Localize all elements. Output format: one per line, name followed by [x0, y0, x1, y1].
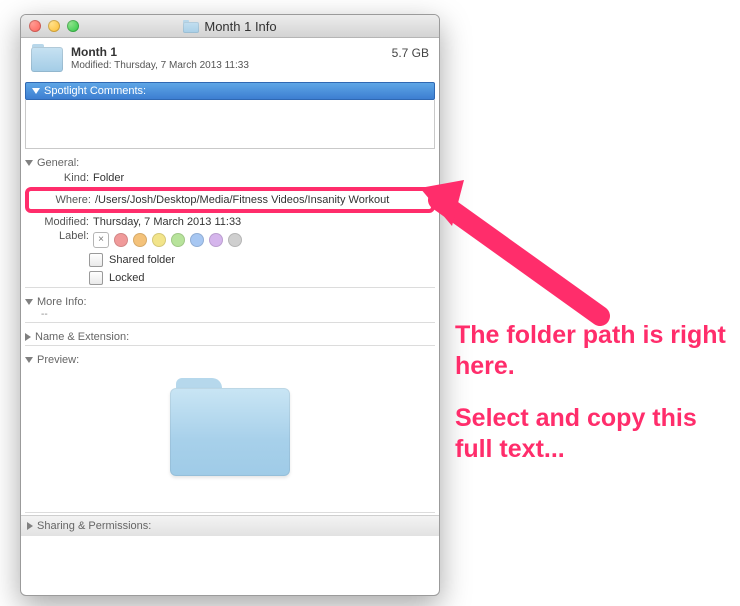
close-button[interactable]: [29, 20, 41, 32]
spotlight-label: Spotlight Comments:: [44, 85, 146, 97]
section-general[interactable]: General:: [25, 157, 435, 169]
section-label: Name & Extension:: [35, 331, 129, 343]
annotation-arrow: [420, 176, 650, 336]
annotation-line1: The folder path is right here.: [455, 320, 735, 383]
chevron-right-icon: [25, 333, 31, 341]
window-title: Month 1 Info: [21, 19, 439, 34]
spotlight-header[interactable]: Spotlight Comments:: [25, 82, 435, 100]
more-info-content: --: [21, 309, 439, 320]
chevron-down-icon: [32, 88, 40, 94]
chevron-down-icon: [25, 357, 33, 363]
annotation-text: The folder path is right here. Select an…: [455, 320, 735, 485]
label-yellow[interactable]: [152, 233, 166, 247]
chevron-down-icon: [25, 299, 33, 305]
label-none-button[interactable]: ×: [93, 232, 109, 248]
window-controls: [29, 20, 79, 32]
chevron-down-icon: [25, 160, 33, 166]
folder-icon: [170, 378, 290, 478]
folder-icon: [183, 20, 199, 33]
label-gray[interactable]: [228, 233, 242, 247]
section-sharing[interactable]: Sharing & Permissions:: [21, 515, 439, 536]
label-purple[interactable]: [209, 233, 223, 247]
label-orange[interactable]: [133, 233, 147, 247]
kind-label: Kind:: [27, 172, 93, 184]
chevron-right-icon: [27, 522, 33, 530]
locked-label: Locked: [109, 272, 144, 284]
label-label: Label:: [27, 230, 93, 248]
where-highlight: Where: /Users/Josh/Desktop/Media/Fitness…: [25, 187, 435, 213]
minimize-button[interactable]: [48, 20, 60, 32]
item-modified: Modified: Thursday, 7 March 2013 11:33: [71, 60, 392, 71]
window-title-text: Month 1 Info: [204, 19, 276, 34]
window-body: Month 1 Modified: Thursday, 7 March 2013…: [21, 38, 439, 536]
label-blue[interactable]: [190, 233, 204, 247]
label-red[interactable]: [114, 233, 128, 247]
label-green[interactable]: [171, 233, 185, 247]
zoom-button[interactable]: [67, 20, 79, 32]
section-label: Sharing & Permissions:: [37, 520, 151, 532]
preview-area: [21, 368, 439, 510]
modified-label: Modified:: [27, 216, 93, 228]
titlebar[interactable]: Month 1 Info: [21, 15, 439, 38]
locked-checkbox[interactable]: [89, 271, 103, 285]
modified-value: Thursday, 7 March 2013 11:33: [93, 216, 433, 228]
section-label: General:: [37, 157, 79, 169]
section-preview[interactable]: Preview:: [25, 354, 435, 366]
item-header: Month 1 Modified: Thursday, 7 March 2013…: [21, 38, 439, 82]
shared-folder-label: Shared folder: [109, 254, 175, 266]
where-label: Where:: [29, 194, 95, 206]
general-content: Kind: Folder Where: /Users/Josh/Desktop/…: [27, 171, 433, 285]
section-label: More Info:: [37, 296, 87, 308]
spotlight-comments-field[interactable]: [25, 100, 435, 149]
folder-icon: [31, 44, 63, 72]
item-name: Month 1: [71, 45, 392, 59]
info-window: Month 1 Info Month 1 Modified: Thursday,…: [20, 14, 440, 596]
section-label: Preview:: [37, 354, 79, 366]
item-size: 5.7 GB: [392, 46, 429, 60]
section-name-ext[interactable]: Name & Extension:: [25, 331, 435, 343]
annotation-line2: Select and copy this full text...: [455, 403, 735, 466]
section-more-info[interactable]: More Info:: [25, 296, 435, 308]
where-value[interactable]: /Users/Josh/Desktop/Media/Fitness Videos…: [95, 194, 427, 206]
shared-folder-checkbox[interactable]: [89, 253, 103, 267]
kind-value: Folder: [93, 172, 433, 184]
